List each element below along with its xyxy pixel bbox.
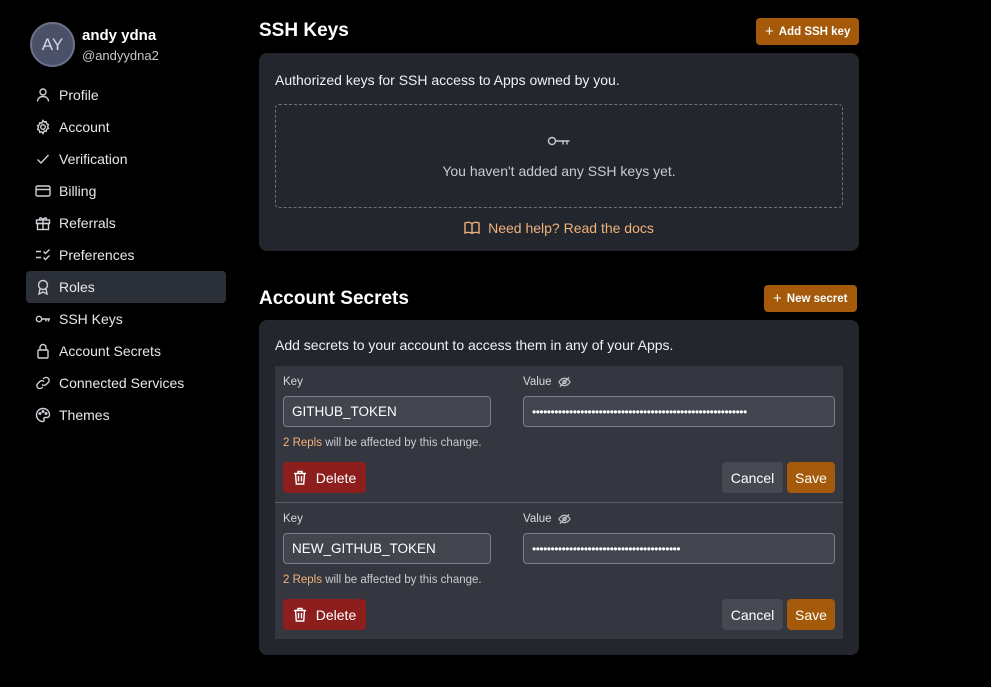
key-label: Key	[283, 376, 303, 388]
affected-repls-text: will be affected by this change.	[322, 574, 482, 586]
account-secrets-title: Account Secrets	[259, 288, 409, 309]
sidebar-item-themes[interactable]: Themes	[26, 399, 226, 431]
account-secrets-card: Add secrets to your account to access th…	[259, 320, 859, 655]
link-icon	[35, 375, 51, 391]
sidebar-item-account[interactable]: Account	[26, 111, 226, 143]
sidebar-item-label: Connected Services	[59, 375, 185, 391]
secret-value-input[interactable]: ••••••••••••••••••••••••••••••••••••••••	[523, 533, 835, 564]
sidebar-item-ssh-keys[interactable]: SSH Keys	[26, 303, 226, 335]
sidebar-item-label: Referrals	[59, 215, 116, 231]
eye-off-icon[interactable]	[557, 376, 571, 388]
delete-secret-button[interactable]: Delete	[283, 599, 366, 630]
delete-secret-button[interactable]: Delete	[283, 462, 366, 493]
check-icon	[35, 151, 51, 167]
sidebar-item-preferences[interactable]: Preferences	[26, 239, 226, 271]
sidebar-item-profile[interactable]: Profile	[26, 79, 226, 111]
lock-icon	[35, 343, 51, 359]
help-docs-label: Need help? Read the docs	[488, 220, 654, 236]
save-button[interactable]: Save	[787, 462, 835, 493]
avatar[interactable]: AY	[30, 22, 75, 67]
help-docs-link[interactable]: Need help? Read the docs	[259, 220, 859, 236]
value-label-text: Value	[523, 513, 552, 525]
affected-repls-link[interactable]: 2 Repls	[283, 437, 322, 449]
trash-icon	[293, 607, 306, 622]
sidebar-item-label: Preferences	[59, 247, 135, 263]
value-label: Value	[523, 513, 571, 525]
delete-label: Delete	[315, 469, 357, 486]
sidebar-item-referrals[interactable]: Referrals	[26, 207, 226, 239]
profile-header: AY andy ydna @andyydna2	[30, 22, 159, 67]
value-label-text: Value	[523, 376, 552, 388]
plus-icon: +	[773, 290, 782, 307]
sidebar-item-label: Verification	[59, 151, 128, 167]
cancel-button[interactable]: Cancel	[722, 462, 783, 493]
save-button[interactable]: Save	[787, 599, 835, 630]
sidebar-item-account-secrets[interactable]: Account Secrets	[26, 335, 226, 367]
profile-name: andy ydna	[82, 26, 157, 44]
key-icon	[35, 311, 51, 327]
sidebar-nav: Profile Account Verification Billing Ref…	[26, 79, 226, 431]
ssh-keys-empty-state: You haven't added any SSH keys yet.	[275, 104, 843, 208]
ssh-keys-title: SSH Keys	[259, 20, 349, 41]
affected-repls-note: 2 Repls will be affected by this change.	[283, 437, 482, 449]
book-icon	[464, 221, 480, 235]
key-label: Key	[283, 513, 303, 525]
sidebar-item-roles[interactable]: Roles	[26, 271, 226, 303]
sidebar-item-label: Account Secrets	[59, 343, 161, 359]
empty-state-text: You haven't added any SSH keys yet.	[442, 163, 676, 179]
cancel-button[interactable]: Cancel	[722, 599, 783, 630]
secret-value-input[interactable]: ••••••••••••••••••••••••••••••••••••••••…	[523, 396, 835, 427]
sidebar-item-verification[interactable]: Verification	[26, 143, 226, 175]
sidebar-item-label: Themes	[59, 407, 110, 423]
delete-label: Delete	[315, 606, 357, 623]
sidebar-item-label: SSH Keys	[59, 311, 123, 327]
key-icon	[547, 136, 570, 146]
gear-icon	[35, 119, 51, 135]
sidebar-item-billing[interactable]: Billing	[26, 175, 226, 207]
account-secrets-description: Add secrets to your account to access th…	[275, 337, 674, 353]
affected-repls-text: will be affected by this change.	[322, 437, 482, 449]
profile-handle: @andyydna2	[82, 47, 159, 63]
plus-icon: +	[765, 23, 774, 40]
badge-icon	[35, 279, 51, 295]
secret-key-input[interactable]: GITHUB_TOKEN	[283, 396, 491, 427]
palette-icon	[35, 407, 51, 423]
eye-off-icon[interactable]	[557, 513, 571, 525]
secret-row: Key Value NEW_GITHUB_TOKEN •••••••••••••…	[275, 503, 843, 639]
value-label: Value	[523, 376, 571, 388]
add-ssh-key-button[interactable]: + Add SSH key	[756, 18, 860, 45]
new-secret-button[interactable]: + New secret	[764, 285, 857, 312]
sidebar-item-label: Profile	[59, 87, 99, 103]
secret-row: Key Value GITHUB_TOKEN •••••••••••••••••…	[275, 366, 843, 502]
ssh-keys-card: Authorized keys for SSH access to Apps o…	[259, 53, 859, 251]
new-secret-label: New secret	[786, 292, 848, 305]
sidebar-item-label: Billing	[59, 183, 97, 199]
ssh-keys-description: Authorized keys for SSH access to Apps o…	[275, 72, 620, 88]
sidebar-item-label: Roles	[59, 279, 95, 295]
affected-repls-note: 2 Repls will be affected by this change.	[283, 574, 482, 586]
sidebar-item-connected-services[interactable]: Connected Services	[26, 367, 226, 399]
trash-icon	[293, 470, 306, 485]
affected-repls-link[interactable]: 2 Repls	[283, 574, 322, 586]
add-ssh-key-label: Add SSH key	[778, 25, 851, 38]
user-icon	[35, 87, 51, 103]
gift-icon	[35, 215, 51, 231]
credit-card-icon	[35, 183, 51, 199]
sidebar-item-label: Account	[59, 119, 110, 135]
checklist-icon	[35, 247, 51, 263]
secret-key-input[interactable]: NEW_GITHUB_TOKEN	[283, 533, 491, 564]
